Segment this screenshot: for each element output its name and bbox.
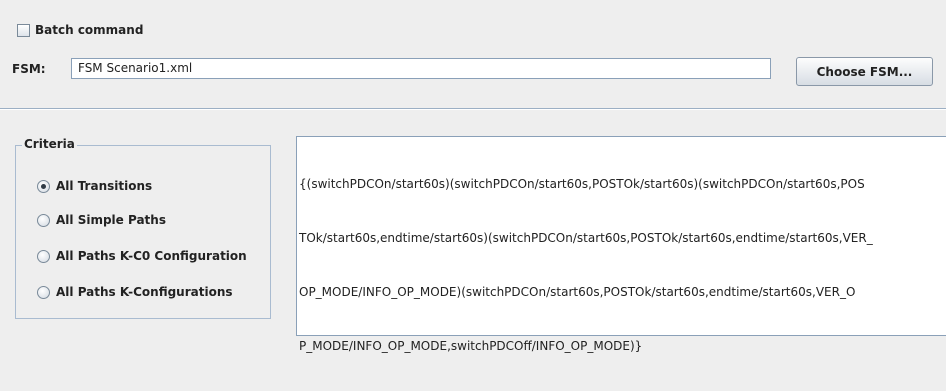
- radio-button[interactable]: [37, 285, 50, 299]
- criteria-title: Criteria: [22, 137, 77, 151]
- radio-label: All Paths K-C0 Configuration: [56, 249, 247, 263]
- radio-all-paths-k-c0[interactable]: All Paths K-C0 Configuration: [37, 247, 247, 265]
- fsm-file-field[interactable]: FSM Scenario1.xml: [71, 58, 771, 79]
- output-line: P_MODE/INFO_OP_MODE,switchPDCOff/INFO_OP…: [299, 339, 643, 353]
- batch-command-label: Batch command: [35, 23, 144, 37]
- radio-label: All Transitions: [56, 179, 153, 193]
- radio-label: All Simple Paths: [56, 213, 166, 227]
- radio-label: All Paths K-Configurations: [56, 285, 233, 299]
- radio-button[interactable]: [37, 213, 50, 227]
- output-text: {(switchPDCOn/start60s)(switchPDCOn/star…: [299, 139, 946, 391]
- fsm-label: FSM:: [12, 62, 46, 76]
- radio-all-simple-paths[interactable]: All Simple Paths: [37, 211, 166, 229]
- output-text-area[interactable]: {(switchPDCOn/start60s)(switchPDCOn/star…: [296, 136, 946, 353]
- radio-button[interactable]: [37, 179, 50, 193]
- checkbox-box[interactable]: [17, 23, 30, 37]
- radio-all-paths-k-configurations[interactable]: All Paths K-Configurations: [37, 283, 233, 301]
- choose-fsm-button[interactable]: Choose FSM...: [796, 57, 933, 86]
- output-line: OP_MODE/INFO_OP_MODE)(switchPDCOn/start6…: [299, 285, 856, 299]
- radio-button[interactable]: [37, 249, 50, 263]
- batch-command-checkbox[interactable]: Batch command: [17, 21, 143, 39]
- output-line: TOk/start60s,endtime/start60s)(switchPDC…: [299, 231, 873, 245]
- panel-separator-highlight: [0, 109, 946, 110]
- radio-all-transitions[interactable]: All Transitions: [37, 177, 152, 195]
- output-line: {(switchPDCOn/start60s)(switchPDCOn/star…: [299, 177, 865, 191]
